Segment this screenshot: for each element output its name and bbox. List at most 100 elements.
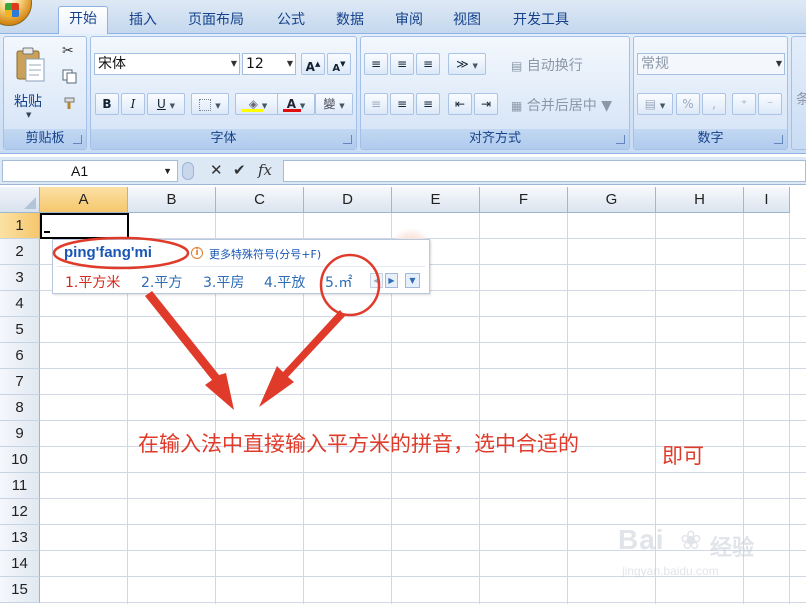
align-center-button[interactable]: ≡: [390, 93, 414, 115]
align-middle-button[interactable]: ≡: [390, 53, 414, 75]
office-button[interactable]: [0, 0, 32, 26]
align-right-button[interactable]: ≡: [416, 93, 440, 115]
phonetic-icon: 變: [323, 97, 336, 111]
ime-next-page-icon[interactable]: ▶: [385, 273, 398, 288]
column-header-f[interactable]: F: [480, 187, 568, 213]
tab-review[interactable]: 审阅: [385, 8, 433, 34]
select-all-corner[interactable]: [0, 187, 40, 213]
tab-page-layout[interactable]: 页面布局: [178, 8, 254, 34]
italic-button[interactable]: I: [121, 93, 145, 115]
row-header-8[interactable]: 8: [0, 395, 40, 421]
grid-column-line: [479, 213, 480, 604]
decrease-decimal-button[interactable]: ⁻: [758, 93, 782, 115]
increase-indent-button[interactable]: ⇥: [474, 93, 498, 115]
decrease-indent-button[interactable]: ⇤: [448, 93, 472, 115]
row-header-2[interactable]: 2: [0, 239, 40, 265]
row-header-1[interactable]: 1: [0, 213, 40, 239]
copy-icon[interactable]: [62, 69, 77, 84]
cancel-entry-icon[interactable]: ✕: [210, 161, 223, 179]
clipboard-launcher-icon[interactable]: [73, 135, 82, 144]
column-header-g[interactable]: G: [568, 187, 656, 213]
formula-input[interactable]: [283, 160, 806, 182]
column-header-c[interactable]: C: [216, 187, 304, 213]
font-launcher-icon[interactable]: [343, 135, 352, 144]
ime-candidate-3[interactable]: 3.平房: [203, 272, 244, 292]
borders-button[interactable]: ▼: [191, 93, 229, 115]
name-box-dropdown-icon[interactable]: ▼: [163, 161, 172, 181]
comma-button[interactable]: ,: [702, 93, 726, 115]
row-header-11[interactable]: 11: [0, 473, 40, 499]
comma-label: ,: [712, 97, 716, 111]
currency-button[interactable]: ▤ ▼: [637, 93, 673, 115]
styles-group-partial: 条: [791, 36, 806, 150]
insert-function-icon[interactable]: fx: [258, 161, 272, 179]
column-header-d[interactable]: D: [304, 187, 392, 213]
cut-icon[interactable]: ✂: [62, 43, 74, 59]
row-header-4[interactable]: 4: [0, 291, 40, 317]
increase-decimal-button[interactable]: ⁺: [732, 93, 756, 115]
column-header-b[interactable]: B: [128, 187, 216, 213]
grid-row-line: [40, 472, 806, 473]
tab-insert[interactable]: 插入: [119, 8, 167, 34]
row-header-7[interactable]: 7: [0, 369, 40, 395]
underline-button[interactable]: U ▼: [147, 93, 185, 115]
align-top-button[interactable]: ≡: [364, 53, 388, 75]
row-header-3[interactable]: 3: [0, 265, 40, 291]
ime-special-symbols-hint[interactable]: 更多特殊符号(分号+F): [209, 246, 321, 262]
tab-home[interactable]: 开始: [58, 6, 108, 35]
orientation-button[interactable]: ≫ ▼: [448, 53, 486, 75]
row-header-10[interactable]: 10: [0, 447, 40, 473]
percent-button[interactable]: %: [676, 93, 700, 115]
align-left-button[interactable]: ≡: [364, 93, 388, 115]
ime-candidate-5[interactable]: 5.㎡: [325, 272, 352, 292]
row-header-6[interactable]: 6: [0, 343, 40, 369]
tab-formulas[interactable]: 公式: [267, 8, 315, 34]
row-header-5[interactable]: 5: [0, 317, 40, 343]
fill-color-button[interactable]: ◈ ▼: [235, 93, 281, 115]
phonetic-button[interactable]: 變 ▼: [315, 93, 353, 115]
font-color-button[interactable]: A ▼: [277, 93, 315, 115]
number-format-value: 常规: [641, 56, 669, 72]
align-bottom-button[interactable]: ≡: [416, 53, 440, 75]
column-header-a[interactable]: A: [40, 187, 128, 213]
ribbon-tab-bar: 开始 插入 页面布局 公式 数据 审阅 视图 开发工具: [0, 0, 806, 35]
ime-candidate-window: ping'fang'mi i 更多特殊符号(分号+F) 1.平方米 2.平方 3…: [52, 239, 430, 294]
bold-button[interactable]: B: [95, 93, 119, 115]
grid-row-line: [40, 420, 806, 421]
font-group-label: 字体: [91, 129, 356, 149]
ime-prev-page-icon[interactable]: ◀: [370, 273, 383, 288]
ime-candidate-2[interactable]: 2.平方: [141, 272, 182, 292]
decrease-font-size-button[interactable]: A▼: [327, 53, 351, 75]
column-header-e[interactable]: E: [392, 187, 480, 213]
wrap-text-icon: ▤: [511, 59, 523, 73]
row-header-13[interactable]: 13: [0, 525, 40, 551]
font-name-select[interactable]: 宋体 ▼: [94, 53, 240, 75]
row-header-15[interactable]: 15: [0, 577, 40, 603]
row-header-9[interactable]: 9: [0, 421, 40, 447]
tab-developer[interactable]: 开发工具: [503, 8, 579, 34]
wrap-text-button[interactable]: ▤ 自动换行: [511, 55, 583, 75]
paste-button[interactable]: 粘贴 ▼: [10, 41, 50, 121]
grid-row-line: [40, 394, 806, 395]
confirm-entry-icon[interactable]: ✔: [233, 161, 246, 179]
increase-font-size-button[interactable]: A▲: [301, 53, 325, 75]
formula-divider-handle[interactable]: [182, 162, 194, 180]
info-icon[interactable]: i: [191, 247, 203, 259]
row-header-12[interactable]: 12: [0, 499, 40, 525]
tab-data[interactable]: 数据: [326, 8, 374, 34]
active-cell-a1[interactable]: [40, 213, 129, 239]
column-header-h[interactable]: H: [656, 187, 744, 213]
column-header-i[interactable]: I: [744, 187, 790, 213]
font-size-select[interactable]: 12 ▼: [242, 53, 296, 75]
ime-candidate-4[interactable]: 4.平放: [264, 272, 305, 292]
row-header-14[interactable]: 14: [0, 551, 40, 577]
name-box[interactable]: A1 ▼: [2, 160, 178, 182]
ime-expand-icon[interactable]: ▼: [405, 273, 420, 288]
ime-candidate-1[interactable]: 1.平方米: [65, 272, 120, 292]
alignment-launcher-icon[interactable]: [616, 135, 625, 144]
merge-center-button[interactable]: ▦ 合并后居中 ▼: [511, 95, 612, 115]
tab-view[interactable]: 视图: [443, 8, 491, 34]
format-painter-icon[interactable]: [62, 95, 76, 111]
number-launcher-icon[interactable]: [774, 135, 783, 144]
number-format-select[interactable]: 常规 ▼: [637, 53, 785, 75]
